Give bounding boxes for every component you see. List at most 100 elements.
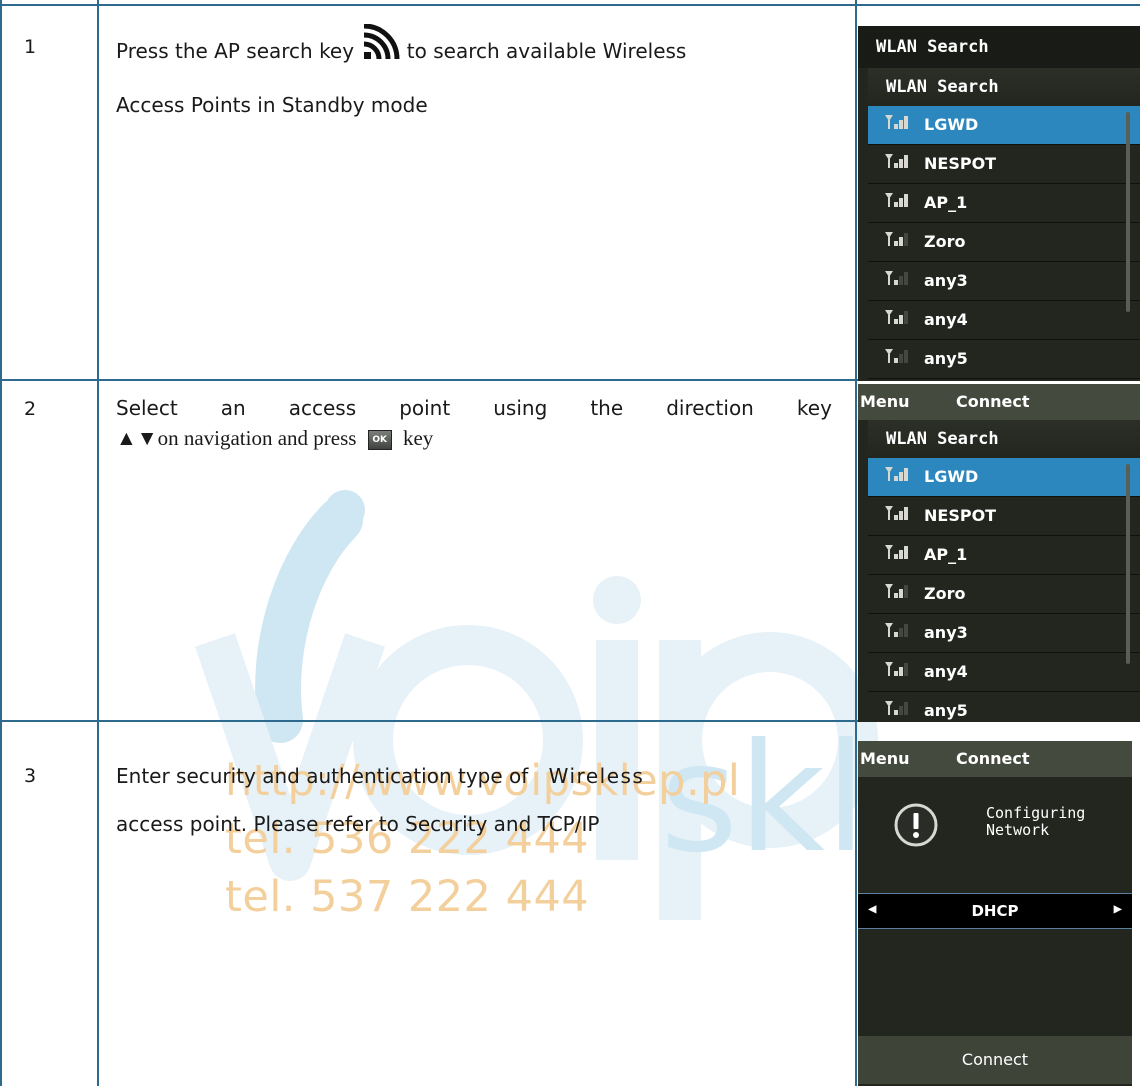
phone-screen-wlan-list-1: WLAN Search WLAN Search LGWD NESPOT AP_1 Zo…: [858, 26, 1140, 381]
status-header: WLAN Search: [858, 26, 1140, 68]
step-number: 2: [24, 398, 37, 420]
step-3-line1: Enter security and authentication type o…: [116, 764, 529, 788]
connect-softkey[interactable]: Connect: [956, 384, 1030, 420]
list-title: WLAN Search: [868, 420, 1140, 458]
ap-list-item[interactable]: any3: [868, 262, 1140, 301]
scrollbar[interactable]: [1126, 464, 1130, 664]
ap-name: any5: [924, 349, 968, 368]
step-1-text-line2: Access Points in Standby mode: [116, 93, 428, 117]
ap-list-item[interactable]: any5: [868, 340, 1140, 379]
signal-strength-icon: [884, 576, 912, 614]
list-title: WLAN Search: [868, 68, 1140, 106]
ap-name: any3: [924, 271, 968, 290]
connect-button[interactable]: Connect: [858, 1036, 1132, 1084]
ap-list-item[interactable]: any4: [868, 653, 1140, 692]
step-1-text-end: to search available Wireless: [406, 39, 687, 63]
ap-name: AP_1: [924, 193, 968, 212]
ap-name: LGWD: [924, 115, 979, 134]
table-border-left: [0, 0, 2, 1086]
step-1-text: Press the AP search key to search availa…: [116, 23, 836, 129]
ap-name: any3: [924, 623, 968, 642]
signal-strength-icon: [884, 615, 912, 653]
table-column-divider: [97, 0, 99, 1086]
table-border-top: [0, 4, 858, 6]
word: direction: [666, 396, 754, 420]
step-1-text-start: Press the AP search key: [116, 39, 355, 63]
step-3-line1-word: Wireless: [548, 764, 645, 788]
word: the: [590, 396, 624, 420]
word: point: [399, 396, 451, 420]
signal-strength-icon: [884, 302, 912, 340]
signal-strength-icon: [884, 185, 912, 223]
ap-name: any4: [924, 310, 968, 329]
signal-strength-icon: [884, 107, 912, 145]
step-number: 3: [24, 765, 37, 787]
signal-strength-icon: [884, 498, 912, 536]
wlan-list-panel: WLAN Search LGWD NESPOT AP_1 Zoro any3 any4 an…: [868, 420, 1140, 722]
status-line-2: Network: [986, 821, 1050, 839]
connect-softkey[interactable]: Connect: [956, 741, 1030, 777]
ap-name: AP_1: [924, 545, 968, 564]
word: Select: [116, 396, 178, 420]
word: access: [288, 396, 357, 420]
signal-strength-icon: [884, 146, 912, 184]
step-2-line2-text: on navigation and press: [157, 426, 357, 450]
ap-list-item[interactable]: any4: [868, 301, 1140, 340]
status-message: Configuring Network: [986, 805, 1085, 839]
phone-screen-wlan-list-2: WLAN Search LGWD NESPOT AP_1 Zoro any3 any4 an…: [858, 420, 1140, 722]
step-2-line2-end: key: [402, 426, 434, 450]
ap-list-item[interactable]: any5: [868, 692, 1140, 722]
softkey-bar: Menu Connect: [858, 384, 1140, 420]
ap-list-item[interactable]: NESPOT: [868, 497, 1140, 536]
ap-name: any4: [924, 662, 968, 681]
word: an: [220, 396, 246, 420]
table-border-top-right: [858, 4, 1140, 6]
step-2-text: Select an access point using the directi…: [116, 393, 836, 453]
ap-name: Zoro: [924, 584, 966, 603]
table-column-divider-right: [855, 0, 857, 1086]
menu-softkey[interactable]: Menu: [860, 384, 910, 420]
step-2-line1: Select an access point using the directi…: [116, 393, 832, 423]
signal-strength-icon: [884, 263, 912, 301]
arrow-right-icon[interactable]: ▶: [1114, 901, 1122, 917]
step-3-line2: access point. Please refer to Security a…: [116, 812, 600, 836]
step-3-text: Enter security and authentication type o…: [116, 752, 836, 848]
ap-name: LGWD: [924, 467, 979, 486]
signal-strength-icon: [884, 693, 912, 723]
signal-strength-icon: [884, 459, 912, 497]
signal-strength-icon: [884, 341, 912, 379]
ap-name: NESPOT: [924, 506, 997, 525]
word: using: [493, 396, 548, 420]
signal-strength-icon: [884, 224, 912, 262]
ip-mode-value: DHCP: [971, 902, 1019, 920]
status-line-1: Configuring: [986, 804, 1086, 822]
ap-list-item[interactable]: Zoro: [868, 575, 1140, 614]
ap-list: LGWD NESPOT AP_1 Zoro any3 any4 any5: [868, 106, 1140, 379]
ok-key-icon: OK: [367, 430, 392, 451]
arrow-keys-glyph: ▲▼: [116, 426, 158, 450]
ap-list: LGWD NESPOT AP_1 Zoro any3 any4 any5: [868, 458, 1140, 722]
ap-name: Zoro: [924, 232, 966, 251]
step-number: 1: [24, 36, 37, 58]
ap-name: NESPOT: [924, 154, 997, 173]
ap-list-item[interactable]: Zoro: [868, 223, 1140, 262]
phone-screen-configuring: Configuring Network ◀ DHCP ▶ Connect: [858, 777, 1132, 1086]
ap-list-item[interactable]: NESPOT: [868, 145, 1140, 184]
ap-list-item[interactable]: LGWD: [868, 106, 1140, 145]
softkey-bar: Menu Connect: [858, 741, 1132, 777]
signal-strength-icon: [884, 654, 912, 692]
ap-list-item[interactable]: AP_1: [868, 536, 1140, 575]
scrollbar[interactable]: [1126, 112, 1130, 312]
signal-strength-icon: [884, 537, 912, 575]
step-2-line2: ▲▼on navigation and press OK key: [116, 423, 836, 453]
ap-list-item[interactable]: AP_1: [868, 184, 1140, 223]
wifi-search-icon: [360, 23, 400, 81]
ap-name: any5: [924, 701, 968, 720]
wlan-list-panel: WLAN Search LGWD NESPOT AP_1 Zoro any3 any4 an…: [868, 68, 1140, 381]
ok-key-label: OK: [372, 435, 388, 446]
word: key: [796, 396, 832, 420]
ip-mode-selector[interactable]: ◀ DHCP ▶: [858, 893, 1132, 929]
ap-list-item[interactable]: LGWD: [868, 458, 1140, 497]
menu-softkey[interactable]: Menu: [860, 741, 910, 777]
ap-list-item[interactable]: any3: [868, 614, 1140, 653]
